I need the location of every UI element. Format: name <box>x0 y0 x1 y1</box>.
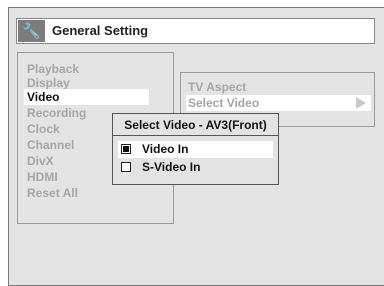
select-video-dialog: Select Video - AV3(Front) Video In S-Vid… <box>112 113 279 185</box>
page-title: General Setting <box>52 23 149 38</box>
submenu-item-select-video[interactable]: Select Video <box>188 95 259 111</box>
option-s-video-in[interactable]: S-Video In <box>118 159 273 176</box>
menu-item-recording[interactable]: Recording <box>27 105 86 121</box>
dialog-title: Select Video - AV3(Front) <box>113 114 278 136</box>
option-video-in[interactable]: Video In <box>118 141 273 158</box>
option-label: Video In <box>142 142 189 156</box>
menu-item-reset-all[interactable]: Reset All <box>27 185 78 201</box>
checkbox-checked-icon[interactable] <box>121 144 131 154</box>
submenu-item-tv-aspect[interactable]: TV Aspect <box>188 79 246 95</box>
option-label: S-Video In <box>142 160 201 174</box>
title-bar: 🔧 General Setting <box>16 18 375 44</box>
menu-item-channel[interactable]: Channel <box>27 137 74 153</box>
menu-item-divx[interactable]: DivX <box>27 153 54 169</box>
wrench-icon: 🔧 <box>18 20 45 42</box>
menu-item-hdmi[interactable]: HDMI <box>27 169 58 185</box>
menu-item-video[interactable]: Video <box>24 89 149 105</box>
checkbox-unchecked-icon[interactable] <box>121 162 131 172</box>
menu-item-clock[interactable]: Clock <box>27 121 60 137</box>
chevron-right-icon <box>356 97 366 109</box>
